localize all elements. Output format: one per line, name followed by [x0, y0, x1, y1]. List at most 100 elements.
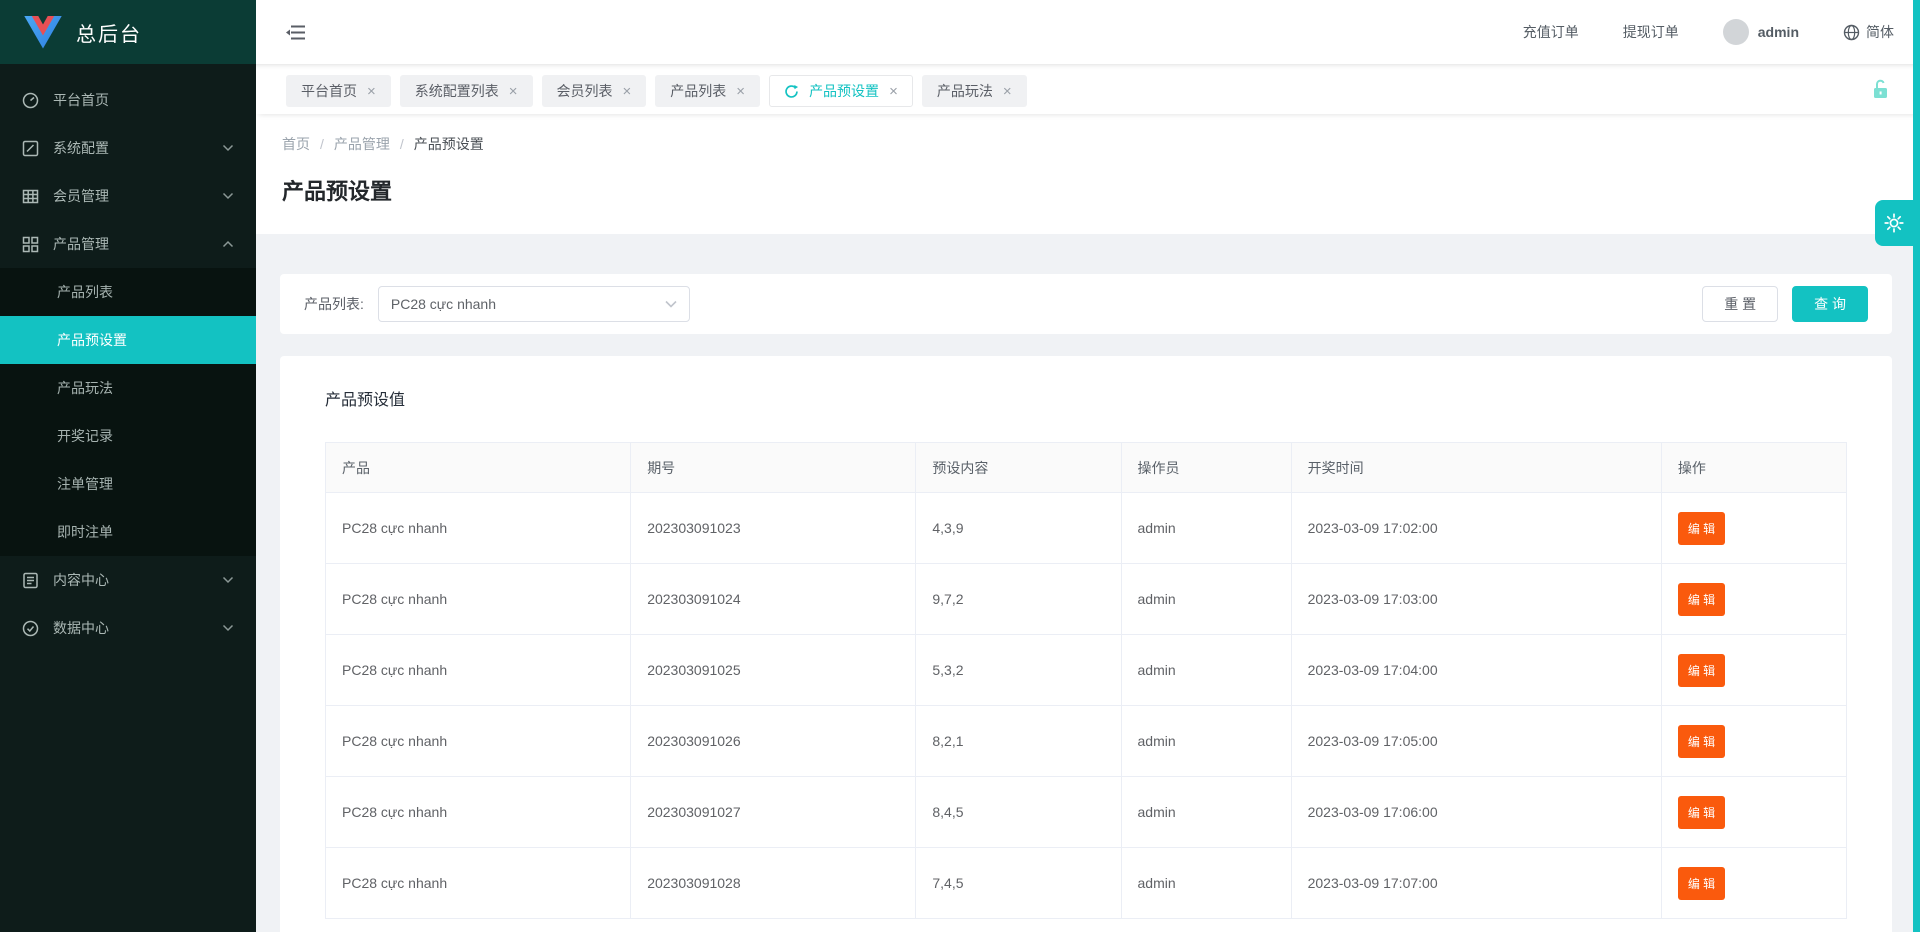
- sidebar-subitem-注单管理[interactable]: 注单管理: [0, 460, 256, 508]
- check-circle-icon: [22, 620, 39, 637]
- filter-buttons: 重 置 查 询: [1702, 286, 1868, 322]
- table-cell: 202303091023: [631, 493, 916, 564]
- table-cell: PC28 cực nhanh: [326, 635, 631, 706]
- refresh-icon[interactable]: [784, 84, 799, 99]
- edit-button[interactable]: 编 辑: [1678, 796, 1725, 829]
- edit-button[interactable]: 编 辑: [1678, 654, 1725, 687]
- sidebar-item-平台首页[interactable]: 平台首页: [0, 76, 256, 124]
- sidebar-subitem-产品列表[interactable]: 产品列表: [0, 268, 256, 316]
- breadcrumb-item[interactable]: 产品管理: [334, 134, 390, 154]
- preset-table: 产品期号预设内容操作员开奖时间操作 PC28 cực nhanh20230309…: [325, 442, 1847, 919]
- close-icon[interactable]: ×: [889, 84, 898, 99]
- username: admin: [1758, 24, 1799, 40]
- table-cell: 8,4,5: [916, 777, 1121, 848]
- sidebar-subitem-产品玩法[interactable]: 产品玩法: [0, 364, 256, 412]
- user-menu[interactable]: admin: [1723, 19, 1799, 45]
- withdraw-orders-link[interactable]: 提现订单: [1623, 22, 1679, 42]
- edit-square-icon: [22, 140, 39, 157]
- reset-button[interactable]: 重 置: [1702, 286, 1778, 322]
- table-cell: 2023-03-09 17:06:00: [1291, 777, 1661, 848]
- close-icon[interactable]: ×: [736, 84, 745, 99]
- sidebar-item-label: 产品管理: [53, 234, 109, 254]
- page-title: 产品预设置: [282, 174, 1894, 206]
- settings-button[interactable]: [1875, 200, 1913, 246]
- table-grid-icon: [22, 188, 39, 205]
- chevron-up-icon: [222, 240, 234, 248]
- table-cell: 202303091027: [631, 777, 916, 848]
- header-right: 充值订单 提现订单 admin 简体: [1523, 19, 1894, 45]
- tab-系统配置列表[interactable]: 系统配置列表 ×: [400, 75, 533, 107]
- close-icon[interactable]: ×: [367, 84, 376, 99]
- sidebar-subitem-label: 产品玩法: [57, 378, 113, 398]
- table-row: PC28 cực nhanh2023030910249,7,2admin2023…: [326, 564, 1847, 635]
- table-cell: 5,3,2: [916, 635, 1121, 706]
- sidebar-subitem-产品预设置[interactable]: 产品预设置: [0, 316, 256, 364]
- table-cell: 9,7,2: [916, 564, 1121, 635]
- document-icon: [22, 572, 39, 589]
- breadcrumb-item[interactable]: 首页: [282, 134, 310, 154]
- sidebar-item-label: 内容中心: [53, 570, 109, 590]
- close-icon[interactable]: ×: [623, 84, 632, 99]
- tab-label: 平台首页: [301, 81, 357, 101]
- actions-cell: 编 辑: [1661, 777, 1846, 848]
- recharge-orders-link[interactable]: 充值订单: [1523, 22, 1579, 42]
- column-header-预设内容: 预设内容: [916, 443, 1121, 493]
- table-cell: 2023-03-09 17:05:00: [1291, 706, 1661, 777]
- sidebar-subitem-label: 开奖记录: [57, 426, 113, 446]
- gear-icon: [1883, 212, 1905, 234]
- tab-产品预设置[interactable]: 产品预设置 ×: [769, 75, 913, 107]
- tab-会员列表[interactable]: 会员列表 ×: [542, 75, 647, 107]
- table-card: 产品预设值 产品期号预设内容操作员开奖时间操作 PC28 cực nhanh20…: [280, 356, 1892, 932]
- sidebar-subitem-label: 即时注单: [57, 522, 113, 542]
- table-cell: 2023-03-09 17:03:00: [1291, 564, 1661, 635]
- breadcrumb-item: 产品预设置: [414, 134, 484, 154]
- sidebar-item-label: 数据中心: [53, 618, 109, 638]
- edit-button[interactable]: 编 辑: [1678, 512, 1725, 545]
- edit-button[interactable]: 编 辑: [1678, 867, 1725, 900]
- chevron-down-icon: [222, 576, 234, 584]
- edit-button[interactable]: 编 辑: [1678, 583, 1725, 616]
- sidebar-item-内容中心[interactable]: 内容中心: [0, 556, 256, 604]
- app-logo[interactable]: 总后台: [0, 0, 256, 64]
- table-cell: PC28 cực nhanh: [326, 493, 631, 564]
- app-logo-icon: [24, 16, 62, 49]
- table-row: PC28 cực nhanh2023030910287,4,5admin2023…: [326, 848, 1847, 919]
- filter-card: 产品列表: PC28 cực nhanh 重 置 查 询: [280, 274, 1892, 334]
- query-button[interactable]: 查 询: [1792, 286, 1868, 322]
- sidebar-collapse-icon[interactable]: [286, 24, 306, 41]
- close-icon[interactable]: ×: [1003, 84, 1012, 99]
- language-switcher[interactable]: 简体: [1843, 22, 1894, 42]
- table-row: PC28 cực nhanh2023030910278,4,5admin2023…: [326, 777, 1847, 848]
- tab-bar-tabs: 平台首页 × 系统配置列表 × 会员列表 × 产品列表 × 产品预设置 × 产品…: [286, 75, 1036, 107]
- actions-cell: 编 辑: [1661, 564, 1846, 635]
- sidebar-item-系统配置[interactable]: 系统配置: [0, 124, 256, 172]
- tab-label: 系统配置列表: [415, 81, 499, 101]
- column-header-操作: 操作: [1661, 443, 1846, 493]
- tab-平台首页[interactable]: 平台首页 ×: [286, 75, 391, 107]
- chevron-down-icon: [665, 300, 677, 308]
- table-title: 产品预设值: [325, 386, 1847, 410]
- close-icon[interactable]: ×: [509, 84, 518, 99]
- product-select[interactable]: PC28 cực nhanh: [378, 286, 690, 322]
- sidebar-item-数据中心[interactable]: 数据中心: [0, 604, 256, 652]
- sidebar-subitem-label: 注单管理: [57, 474, 113, 494]
- unlock-icon[interactable]: [1870, 78, 1892, 102]
- tab-label: 产品列表: [670, 81, 726, 101]
- top-header: 充值订单 提现订单 admin 简体: [256, 0, 1920, 64]
- table-cell: admin: [1121, 493, 1291, 564]
- sidebar-item-产品管理[interactable]: 产品管理: [0, 220, 256, 268]
- column-header-开奖时间: 开奖时间: [1291, 443, 1661, 493]
- sidebar-subitem-开奖记录[interactable]: 开奖记录: [0, 412, 256, 460]
- sidebar-item-会员管理[interactable]: 会员管理: [0, 172, 256, 220]
- table-cell: 8,2,1: [916, 706, 1121, 777]
- sidebar-item-label: 会员管理: [53, 186, 109, 206]
- sidebar-subitem-即时注单[interactable]: 即时注单: [0, 508, 256, 556]
- table-header-row: 产品期号预设内容操作员开奖时间操作: [326, 443, 1847, 493]
- table-cell: admin: [1121, 848, 1291, 919]
- tab-产品玩法[interactable]: 产品玩法 ×: [922, 75, 1027, 107]
- table-cell: 202303091028: [631, 848, 916, 919]
- table-cell: 202303091024: [631, 564, 916, 635]
- edit-button[interactable]: 编 辑: [1678, 725, 1725, 758]
- sidebar: 总后台 平台首页 系统配置 会员管理 产品管理 产品列表产品预设置产品玩法开奖记…: [0, 0, 256, 932]
- tab-产品列表[interactable]: 产品列表 ×: [655, 75, 760, 107]
